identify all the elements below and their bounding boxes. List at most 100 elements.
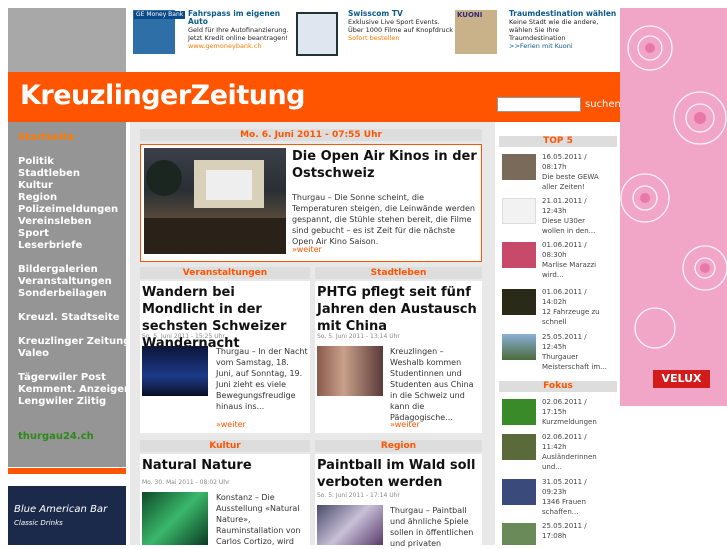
fokus-item[interactable]: 31.05.2011 / 09:23h 1346 Frauen schaffen... xyxy=(502,477,618,519)
sidebar-item-leserbriefe[interactable]: Leserbriefe xyxy=(18,240,82,251)
velux-logo[interactable]: VELUX xyxy=(653,370,710,388)
article-title[interactable]: Paintball im Wald soll verboten werden xyxy=(317,457,480,491)
item-text[interactable]: Thurgauer xyxy=(542,352,607,362)
item-text[interactable]: schaffen... xyxy=(542,507,587,517)
article-thumbnail[interactable] xyxy=(317,346,383,396)
sidebar-item-valeo[interactable]: Valeo xyxy=(18,348,49,359)
fokus-thumbnail[interactable] xyxy=(502,523,536,545)
item-text[interactable]: Meisterschaft im... xyxy=(542,362,607,372)
section-region[interactable]: Region xyxy=(315,440,482,452)
top5-item[interactable]: 01.06.2011 / 08:30h Marlise Marazzi wird... xyxy=(502,240,618,282)
item-text[interactable]: wollen in den... xyxy=(542,226,595,236)
sidebar-item-kreuzl-stadtseite[interactable]: Kreuzl. Stadtseite xyxy=(18,312,120,323)
sidebar-item-sport[interactable]: Sport xyxy=(18,228,49,239)
top5-header: TOP 5 xyxy=(499,136,617,147)
sidebar-item-thurgau24[interactable]: thurgau24.ch xyxy=(18,431,94,442)
feature-title[interactable]: Die Open Air Kinos in der Ostschweiz xyxy=(292,148,477,182)
section-stadtleben[interactable]: Stadtleben xyxy=(315,267,482,279)
ad-gemoney-title[interactable]: Fahrspass im eigenen Auto xyxy=(188,10,298,26)
sidebar-divider xyxy=(8,468,126,474)
sidebar-item-bildergalerien[interactable]: Bildergalerien xyxy=(18,264,98,275)
item-text[interactable]: und... xyxy=(542,462,597,472)
item-text[interactable]: Diese U30er xyxy=(542,216,595,226)
feature-more-link[interactable]: »weiter xyxy=(292,245,322,254)
item-text[interactable]: Kurzmeldungen xyxy=(542,417,597,427)
article-title[interactable]: Natural Nature xyxy=(142,457,308,474)
item-text[interactable]: Ausländerinnen xyxy=(542,452,597,462)
top5-thumbnail[interactable] xyxy=(502,334,536,360)
sidebar-item-startseite[interactable]: Startseite xyxy=(18,132,74,143)
sidebar-item-lengwiler-ziitig[interactable]: Lengwiler Ziitig xyxy=(18,396,106,407)
article-thumbnail[interactable] xyxy=(142,346,208,396)
search-button[interactable]: suchen xyxy=(585,99,621,110)
item-text[interactable]: 12 Fahrzeuge zu xyxy=(542,307,600,317)
blue-american-bar-ad[interactable]: Blue American Bar Classic Drinks xyxy=(8,486,126,545)
ad-swisscom-link[interactable]: Sofort bestellen xyxy=(348,34,453,42)
item-date: 01.06.2011 / xyxy=(542,241,587,249)
ad-gemoney-link[interactable]: www.gemoneybank.ch xyxy=(188,42,298,50)
ad-swisscom-line1: Exklusive Live Sport Events. xyxy=(348,18,440,26)
current-date: Mo. 6. Juni 2011 - 07:55 Uhr xyxy=(140,129,482,141)
velux-skyscraper-ad[interactable] xyxy=(620,8,727,406)
item-date: 25.05.2011 / xyxy=(542,522,587,530)
item-text[interactable]: 1346 Frauen xyxy=(542,497,587,507)
section-kultur[interactable]: Kultur xyxy=(140,440,310,452)
article-body: Konstanz – Die Ausstellung «Natural Natu… xyxy=(216,493,301,546)
fokus-thumbnail[interactable] xyxy=(502,479,536,505)
article-body: Thurgau – In der Nacht vom Samstag, 18. … xyxy=(216,347,308,411)
ad-kuoni[interactable]: KUONI Traumdestination wählen Keine Stad… xyxy=(455,10,617,60)
fokus-item[interactable]: 25.05.2011 / 17:08h xyxy=(502,521,618,545)
top5-item[interactable]: 01.06.2011 / 14:02h 12 Fahrzeuge zu schnell xyxy=(502,287,618,329)
article-more-link[interactable]: »weiter xyxy=(390,420,420,429)
sidebar-item-region[interactable]: Region xyxy=(18,192,57,203)
sidebar-item-veranstaltungen[interactable]: Veranstaltungen xyxy=(18,276,112,287)
floral-pattern-icon xyxy=(620,25,727,349)
article-title[interactable]: PHTG pflegt seit fünf Jahren den Austaus… xyxy=(317,284,480,335)
item-text[interactable]: wird... xyxy=(542,270,596,280)
ad-swisscom-title[interactable]: Swisscom TV xyxy=(348,10,453,18)
top5-item[interactable]: 21.01.2011 / 12:43h Diese U30er wollen in d… xyxy=(502,196,618,238)
ad-gemoney-line1: Geld für Ihre Autofinanzierung. xyxy=(188,26,289,34)
ad-gemoney[interactable]: GE Money Bank Fahrspass im eigenen Auto … xyxy=(133,10,293,60)
item-date: 16.05.2011 / xyxy=(542,153,587,161)
top5-thumbnail[interactable] xyxy=(502,198,536,224)
sidebar-item-sonderbeilagen[interactable]: Sonderbeilagen xyxy=(18,288,107,299)
item-text[interactable]: schnell xyxy=(542,317,600,327)
sidebar-item-polizeimeldungen[interactable]: Polizeimeldungen xyxy=(18,204,118,215)
item-time: 17:08h xyxy=(542,532,567,540)
ad-kuoni-title[interactable]: Traumdestination wählen xyxy=(509,10,617,18)
feature-image[interactable] xyxy=(144,148,286,254)
sidebar-item-politik[interactable]: Politik xyxy=(18,156,54,167)
top-left-banner xyxy=(8,8,126,72)
fokus-header: Fokus xyxy=(499,381,617,392)
sidebar-item-taegerwiler-post[interactable]: Tägerwiler Post xyxy=(18,372,106,383)
feature-body: Thurgau – Die Sonne scheint, die Tempera… xyxy=(292,193,475,246)
top5-thumbnail[interactable] xyxy=(502,289,536,315)
sidebar-item-stadtleben[interactable]: Stadtleben xyxy=(18,168,80,179)
sidebar-item-vereinsleben[interactable]: Vereinsleben xyxy=(18,216,91,227)
article-thumbnail[interactable] xyxy=(142,492,208,545)
top5-thumbnail[interactable] xyxy=(502,242,536,268)
item-text[interactable]: Die beste GEWA xyxy=(542,172,599,182)
top5-thumbnail[interactable] xyxy=(502,154,536,180)
fokus-thumbnail[interactable] xyxy=(502,399,536,425)
ad-kuoni-link[interactable]: >>Ferien mit Kuoni xyxy=(509,42,617,50)
top5-item[interactable]: 16.05.2011 / 08:17h Die beste GEWA aller Ze… xyxy=(502,152,618,194)
section-veranstaltungen[interactable]: Veranstaltungen xyxy=(140,267,310,279)
sidebar-item-kreuzlinger-zeitung[interactable]: Kreuzlinger Zeitung xyxy=(18,336,130,347)
sidebar-item-kemment-anzeiger[interactable]: Kemment. Anzeiger xyxy=(18,384,129,395)
fokus-thumbnail[interactable] xyxy=(502,434,536,460)
top5-item[interactable]: 25.05.2011 / 12:45h Thurgauer Meisterschaft… xyxy=(502,332,618,374)
sidebar-item-kultur[interactable]: Kultur xyxy=(18,180,53,191)
item-text[interactable]: aller Zeiten! xyxy=(542,182,599,192)
article-body: Kreuzlingen – Weshalb kommen Studentinne… xyxy=(390,347,474,422)
item-text[interactable]: Marlise Marazzi xyxy=(542,260,596,270)
article-more-link[interactable]: »weiter xyxy=(216,420,246,429)
ad-swisscom[interactable]: Swisscom TV Exklusive Live Sport Events.… xyxy=(296,10,453,60)
article-thumbnail[interactable] xyxy=(317,505,383,545)
site-logo[interactable]: KreuzlingerZeitung xyxy=(20,80,306,111)
article-title[interactable]: Wandern bei Mondlicht in der sechsten Sc… xyxy=(142,284,308,352)
item-time: 08:30h xyxy=(542,251,567,259)
fokus-item[interactable]: 02.06.2011 / 11:42h Ausländerinnen und... xyxy=(502,432,618,474)
search-input[interactable] xyxy=(497,97,581,112)
